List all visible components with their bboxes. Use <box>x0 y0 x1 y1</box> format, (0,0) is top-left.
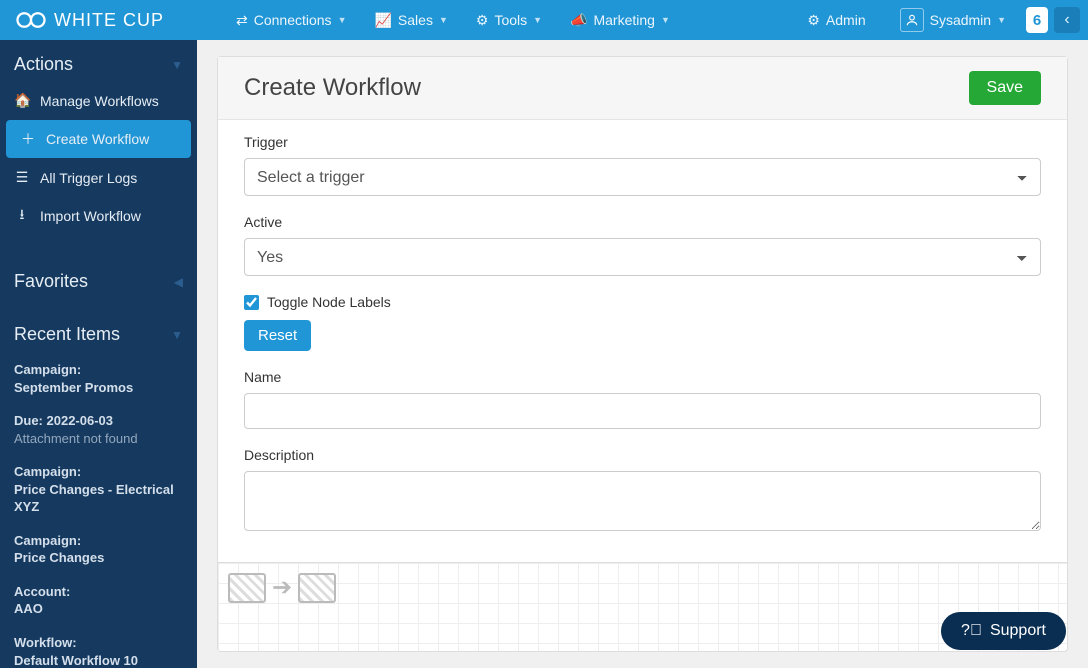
support-button[interactable]: ?⃝ Support <box>941 612 1066 650</box>
nav-tools[interactable]: ⚙ Tools ▼ <box>462 0 556 40</box>
recent-item-type: Campaign: <box>14 361 183 379</box>
card-body: Trigger Select a trigger Active Yes Togg… <box>218 120 1067 562</box>
exchange-icon: ⇄ <box>236 12 248 29</box>
trigger-select[interactable]: Select a trigger <box>244 158 1041 196</box>
recent-item[interactable]: Account: AAO <box>0 575 197 626</box>
recent-item[interactable]: Campaign: Price Changes <box>0 524 197 575</box>
start-node-placeholder[interactable] <box>228 573 266 603</box>
nav-tools-label: Tools <box>494 12 527 28</box>
caret-down-icon: ▼ <box>661 15 670 25</box>
sidebar-actions-head[interactable]: Actions ▼ <box>0 40 197 83</box>
chart-line-icon: 📈 <box>374 12 391 29</box>
caret-down-icon: ▼ <box>338 15 347 25</box>
description-textarea[interactable] <box>244 471 1041 531</box>
name-input[interactable] <box>244 393 1041 429</box>
caret-down-icon: ▼ <box>997 15 1006 25</box>
page-title: Create Workflow <box>244 74 421 102</box>
recent-item[interactable]: Workflow: Default Workflow 10 <box>0 626 197 668</box>
recent-item-title: AAO <box>14 600 183 618</box>
nav-admin[interactable]: ⚙ Admin <box>793 0 879 40</box>
recent-item-type: Account: <box>14 583 183 601</box>
sidebar-item-import-workflow[interactable]: ⭳ Import Workflow <box>0 195 197 237</box>
nav-sales[interactable]: 📈 Sales ▼ <box>360 0 461 40</box>
plus-icon: ＋ <box>20 129 36 149</box>
arrow-right-icon: ➔ <box>272 573 292 603</box>
help-icon: ?⃝ <box>961 622 982 640</box>
sidebar: Actions ▼ 🏠 Manage Workflows ＋ Create Wo… <box>0 40 197 668</box>
chevron-left-icon: ‹ <box>1064 11 1069 29</box>
caret-left-icon: ◀ <box>174 275 183 289</box>
home-icon: 🏠 <box>14 92 30 109</box>
brand-logo-icon <box>16 9 46 31</box>
caret-down-icon: ▼ <box>171 58 183 72</box>
active-select[interactable]: Yes <box>244 238 1041 276</box>
recent-item-sub: Attachment not found <box>14 430 183 448</box>
top-navbar: WHITE CUP ⇄ Connections ▼ 📈 Sales ▼ ⚙ To… <box>0 0 1088 40</box>
caret-down-icon: ▼ <box>533 15 542 25</box>
caret-down-icon: ▼ <box>439 15 448 25</box>
recent-item-type: Campaign: <box>14 463 183 481</box>
notification-badge[interactable]: 6 <box>1026 7 1048 33</box>
sidebar-item-label: Create Workflow <box>46 131 149 147</box>
nav-user-label: Sysadmin <box>930 12 991 28</box>
brand[interactable]: WHITE CUP <box>8 9 172 31</box>
nav-connections[interactable]: ⇄ Connections ▼ <box>222 0 360 40</box>
nav-marketing[interactable]: 📣 Marketing ▼ <box>556 0 684 40</box>
reset-button[interactable]: Reset <box>244 320 311 351</box>
gears-icon: ⚙ <box>476 12 489 29</box>
workflow-card: Create Workflow Save Trigger Select a tr… <box>217 56 1068 652</box>
workflow-canvas[interactable]: ➔ <box>218 562 1067 651</box>
list-icon: ☰ <box>14 169 30 186</box>
active-label: Active <box>244 214 1041 230</box>
sidebar-favorites-label: Favorites <box>14 271 88 292</box>
sidebar-item-create-workflow[interactable]: ＋ Create Workflow <box>6 120 191 158</box>
recent-item-title: Price Changes <box>14 549 183 567</box>
gear-icon: ⚙ <box>807 12 820 29</box>
sidebar-item-label: All Trigger Logs <box>40 170 137 186</box>
nav-marketing-label: Marketing <box>593 12 654 28</box>
nav-sales-label: Sales <box>398 12 433 28</box>
recent-item-title: Default Workflow 10 <box>14 652 183 668</box>
support-label: Support <box>990 622 1046 640</box>
toggle-node-labels-label: Toggle Node Labels <box>267 294 391 310</box>
sidebar-item-all-trigger-logs[interactable]: ☰ All Trigger Logs <box>0 160 197 195</box>
download-icon: ⭳ <box>14 204 30 228</box>
description-label: Description <box>244 447 1041 463</box>
save-button[interactable]: Save <box>969 71 1041 105</box>
card-header: Create Workflow Save <box>218 57 1067 120</box>
recent-item[interactable]: Due: 2022-06-03 Attachment not found <box>0 404 197 455</box>
trigger-label: Trigger <box>244 134 1041 150</box>
name-label: Name <box>244 369 1041 385</box>
sidebar-item-label: Manage Workflows <box>40 93 159 109</box>
recent-item-type: Campaign: <box>14 532 183 550</box>
brand-name: WHITE CUP <box>54 10 164 31</box>
sidebar-recent-head[interactable]: Recent Items ▼ <box>0 310 197 353</box>
sidebar-recent-label: Recent Items <box>14 324 120 345</box>
toggle-node-labels-checkbox[interactable] <box>244 295 259 310</box>
nav-connections-label: Connections <box>254 12 332 28</box>
collapse-button[interactable]: ‹ <box>1054 7 1080 33</box>
recent-item-type: Due: 2022-06-03 <box>14 412 183 430</box>
sidebar-favorites-head[interactable]: Favorites ◀ <box>0 257 197 300</box>
recent-item[interactable]: Campaign: Price Changes - Electrical XYZ <box>0 455 197 524</box>
recent-item[interactable]: Campaign: September Promos <box>0 353 197 404</box>
caret-down-icon: ▼ <box>171 328 183 342</box>
sidebar-item-manage-workflows[interactable]: 🏠 Manage Workflows <box>0 83 197 118</box>
bullhorn-icon: 📣 <box>570 12 587 29</box>
sidebar-actions-label: Actions <box>14 54 73 75</box>
recent-item-type: Workflow: <box>14 634 183 652</box>
nav-admin-label: Admin <box>826 12 866 28</box>
nav-user-menu[interactable]: Sysadmin ▼ <box>886 0 1020 40</box>
next-node-placeholder[interactable] <box>298 573 336 603</box>
avatar-icon <box>900 8 924 32</box>
recent-item-title: September Promos <box>14 379 183 397</box>
sidebar-item-label: Import Workflow <box>40 208 141 224</box>
main-area: Create Workflow Save Trigger Select a tr… <box>197 40 1088 668</box>
recent-item-title: Price Changes - Electrical XYZ <box>14 481 183 516</box>
